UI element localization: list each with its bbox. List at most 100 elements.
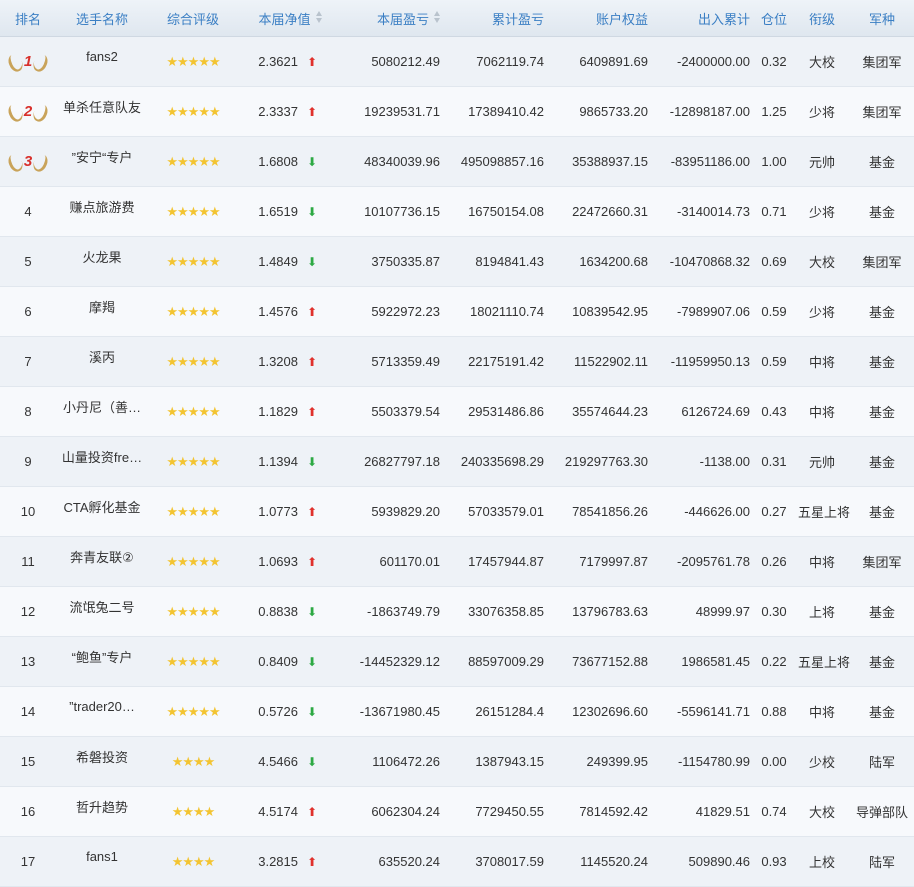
table-row[interactable]: 11 奔青友联② ★★★★★ 1.0693 ⬆ 601170.01 17457944.87 7… (0, 537, 914, 587)
trend-up-icon: ⬆ (306, 554, 318, 569)
position-ratio: 0.69 (761, 254, 787, 269)
nav-value: 1.0693 (258, 554, 298, 569)
rank-number: 9 (24, 454, 32, 469)
current-pnl: 19239531.71 (364, 104, 440, 119)
table-row[interactable]: 6 摩羯 ★★★★★ 1.4576 ⬆ 5922972.23 18021110.74 1083… (0, 287, 914, 337)
rank-medal-icon: 3 (5, 150, 51, 174)
nav-value: 1.1829 (258, 404, 298, 419)
position-ratio: 0.27 (761, 504, 787, 519)
table-row[interactable]: 3 ”安宁“专户 ★★★★★ 1.6808 ⬇ 48340039.96 495098857.… (0, 137, 914, 187)
header-position-label: 仓位 (760, 11, 787, 27)
rank-number: 17 (20, 854, 36, 869)
rank-level: 中将 (808, 555, 835, 570)
header-cumulative-pnl: 累计盈亏 (444, 9, 548, 28)
table-row[interactable]: 2 单杀任意队友 ★★★★★ 2.3337 ⬆ 19239531.71 17389410.4… (0, 87, 914, 137)
position-ratio: 0.30 (761, 604, 787, 619)
table-row[interactable]: 5 火龙果 ★★★★★ 1.4849 ⬇ 3750335.87 8194841.43 1634… (0, 237, 914, 287)
player-name[interactable]: 火龙果 (56, 247, 148, 266)
inout-total: -7989907.06 (676, 304, 750, 319)
rank-cell: 17 (0, 854, 56, 869)
rank-number: 5 (24, 254, 32, 269)
player-name[interactable]: 流氓兔二号 (56, 597, 148, 616)
player-name[interactable]: fans2 (56, 49, 148, 64)
nav-cell: 0.8838 ⬇ (238, 604, 342, 619)
nav-value: 1.1394 (258, 454, 298, 469)
player-name[interactable]: CTA孵化基金 (56, 497, 148, 516)
cumulative-pnl: 7729450.55 (475, 804, 544, 819)
table-row[interactable]: 13 “鲍鱼”专户 ★★★★★ 0.8409 ⬇ -14452329.12 88597009… (0, 637, 914, 687)
header-current-pnl-sortable[interactable]: 本届盈亏 (342, 9, 444, 28)
trend-up-icon: ⬆ (306, 104, 318, 119)
nav-cell: 3.2815 ⬆ (238, 854, 342, 869)
table-row[interactable]: 17 fans1 ★★★★ 3.2815 ⬆ 635520.24 3708017.59 114… (0, 837, 914, 887)
table-header: 排名 选手名称 综合评级 本届净值 本届盈亏 累计盈亏 账户权益 出入累计 仓位… (0, 0, 914, 37)
table-row[interactable]: 14 ”trader20… ★★★★★ 0.5726 ⬇ -13671980.45 2615… (0, 687, 914, 737)
cumulative-pnl: 88597009.29 (468, 654, 544, 669)
rank-number: 13 (20, 654, 36, 669)
player-name[interactable]: 希磐投资 (56, 747, 148, 766)
header-level-label: 衔级 (808, 11, 835, 27)
army-type: 集团军 (862, 105, 902, 120)
account-equity: 1145520.24 (580, 854, 648, 869)
player-name[interactable]: “鲍鱼”专户 (56, 647, 148, 666)
player-name[interactable]: fans1 (56, 849, 148, 864)
player-name[interactable]: 赚点旅游费 (56, 197, 148, 216)
rating-stars: ★★★★★ (148, 704, 238, 720)
army-type: 导弹部队 (855, 805, 908, 820)
rating-stars: ★★★★★ (148, 554, 238, 570)
header-nav-sortable[interactable]: 本届净值 (238, 9, 342, 28)
player-name[interactable]: 山量投资fre… (56, 447, 148, 466)
rank-number: 7 (24, 354, 32, 369)
inout-total: -5596141.71 (676, 704, 750, 719)
army-type: 集团军 (862, 555, 902, 570)
table-row[interactable]: 4 赚点旅游费 ★★★★★ 1.6519 ⬇ 10107736.15 16750154.08… (0, 187, 914, 237)
position-ratio: 0.00 (761, 754, 787, 769)
cumulative-pnl: 7062119.74 (476, 54, 544, 69)
trend-up-icon: ⬆ (306, 404, 318, 419)
wing-right-icon (30, 51, 51, 74)
account-equity: 10839542.95 (572, 304, 648, 319)
player-name[interactable]: 小丹尼（善… (56, 397, 148, 416)
player-name[interactable]: ”trader20… (56, 699, 148, 714)
table-row[interactable]: 10 CTA孵化基金 ★★★★★ 1.0773 ⬆ 5939829.20 57033579.… (0, 487, 914, 537)
table-row[interactable]: 9 山量投资fre… ★★★★★ 1.1394 ⬇ 26827797.18 24033569… (0, 437, 914, 487)
player-name[interactable]: ”安宁“专户 (56, 147, 148, 166)
table-row[interactable]: 12 流氓兔二号 ★★★★★ 0.8838 ⬇ -1863749.79 33076358.8… (0, 587, 914, 637)
table-row[interactable]: 8 小丹尼（善… ★★★★★ 1.1829 ⬆ 5503379.54 29531486.86… (0, 387, 914, 437)
player-name[interactable]: 单杀任意队友 (56, 97, 148, 116)
header-inout: 出入累计 (652, 9, 754, 28)
cumulative-pnl: 240335698.29 (460, 454, 544, 469)
table-row[interactable]: 7 溪丙 ★★★★★ 1.3208 ⬆ 5713359.49 22175191.42 1152… (0, 337, 914, 387)
account-equity: 13796783.63 (572, 604, 648, 619)
nav-value: 1.4576 (258, 304, 298, 319)
table-row[interactable]: 16 哲升趋势 ★★★★ 4.5174 ⬆ 6062304.24 7729450.55 781… (0, 787, 914, 837)
rating-stars: ★★★★★ (148, 104, 238, 120)
inout-total: -3140014.73 (676, 204, 750, 219)
table-row[interactable]: 15 希磐投资 ★★★★ 4.5466 ⬇ 1106472.26 1387943.15 249… (0, 737, 914, 787)
sort-icon[interactable] (434, 10, 440, 23)
rating-stars: ★★★★★ (148, 404, 238, 420)
nav-cell: 0.8409 ⬇ (238, 654, 342, 669)
star-icons: ★★★★★ (166, 303, 220, 319)
sort-icon[interactable] (315, 10, 322, 23)
nav-value: 3.2815 (258, 854, 298, 869)
army-type: 基金 (868, 455, 895, 470)
cumulative-pnl: 1387943.15 (475, 754, 544, 769)
account-equity: 9865733.20 (579, 104, 648, 119)
position-ratio: 0.74 (761, 804, 787, 819)
current-pnl: 1106472.26 (372, 754, 440, 769)
table-row[interactable]: 1 fans2 ★★★★★ 2.3621 ⬆ 5080212.49 7062119.74 64… (0, 37, 914, 87)
wing-left-icon (5, 101, 26, 124)
inout-total: -1154780.99 (677, 754, 750, 769)
player-name[interactable]: 摩羯 (56, 297, 148, 316)
position-ratio: 0.22 (761, 654, 787, 669)
wing-left-icon (5, 51, 26, 74)
cumulative-pnl: 22175191.42 (468, 354, 544, 369)
nav-value: 0.8838 (258, 604, 298, 619)
header-rating-label: 综合评级 (166, 11, 219, 27)
player-name[interactable]: 奔青友联② (56, 547, 148, 566)
player-name[interactable]: 溪丙 (56, 347, 148, 366)
trend-up-icon: ⬆ (306, 304, 318, 319)
player-name[interactable]: 哲升趋势 (56, 797, 148, 816)
star-icons: ★★★★★ (166, 253, 220, 269)
